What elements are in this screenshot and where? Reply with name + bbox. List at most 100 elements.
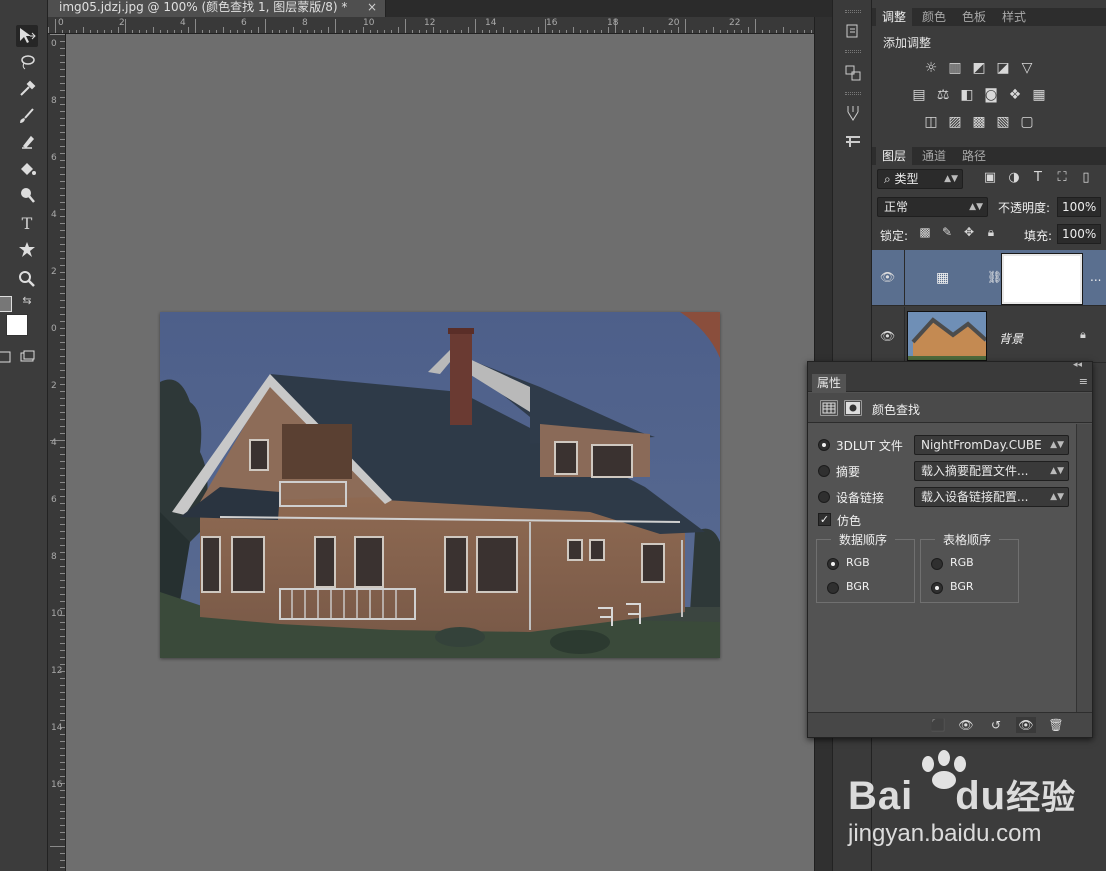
- device-link-label: 设备链接: [836, 491, 885, 505]
- view-previous-icon[interactable]: 👁︎: [956, 717, 976, 733]
- layer-filter-value: 类型: [894, 172, 919, 186]
- data-order-group: 数据顺序 RGB BGR: [816, 531, 915, 603]
- type-filter-icon[interactable]: T: [1026, 170, 1050, 185]
- zoom-icon[interactable]: [16, 268, 38, 290]
- history-panel-icon[interactable]: [842, 20, 864, 42]
- smart-object-filter-icon[interactable]: ▯: [1074, 170, 1098, 185]
- ruler-tick-label: 4: [51, 438, 57, 448]
- device-link-radio[interactable]: [818, 491, 830, 503]
- color-balance-icon[interactable]: ⚖: [931, 87, 955, 103]
- canvas-area[interactable]: [66, 34, 814, 871]
- fill-input[interactable]: 100%: [1057, 224, 1101, 244]
- panel-menu-icon[interactable]: ≡: [1079, 375, 1088, 388]
- lock-position-icon[interactable]: ✥: [958, 225, 980, 239]
- ruler-tick-label: 2: [51, 381, 57, 391]
- mask-link-icon[interactable]: ⛓: [987, 270, 1002, 284]
- custom-shape-icon[interactable]: [16, 239, 38, 261]
- tab-styles[interactable]: 样式: [996, 8, 1032, 26]
- dock-grip[interactable]: [845, 50, 861, 53]
- visibility-eye-icon[interactable]: 👁︎: [880, 270, 895, 284]
- dither-checkbox[interactable]: ✓: [818, 513, 831, 526]
- blend-mode-select[interactable]: 正常 ▲▼: [877, 197, 988, 217]
- ruler-tick-label: 0: [51, 324, 57, 334]
- layer-mask-thumbnail[interactable]: [1001, 253, 1083, 305]
- selective-color-icon[interactable]: ▢: [1015, 114, 1039, 130]
- layer-name-background[interactable]: 背景: [999, 330, 1023, 347]
- data-order-bgr-radio[interactable]: [827, 582, 839, 594]
- lock-all-icon[interactable]: 🔒︎: [980, 225, 1002, 240]
- ruler-tick-label: 12: [51, 666, 63, 676]
- delete-icon[interactable]: 🗑︎: [1046, 717, 1066, 733]
- toggle-visibility-icon[interactable]: 👁︎: [1016, 717, 1036, 733]
- lock-label: 锁定:: [880, 229, 909, 243]
- shape-filter-icon[interactable]: ⛶: [1050, 170, 1074, 185]
- layer-row-color-lookup[interactable]: 👁︎ ▦ ⛓ ...: [872, 250, 1106, 306]
- screen-mode-icon[interactable]: [16, 346, 38, 368]
- reset-icon[interactable]: ↺: [986, 717, 1006, 733]
- device-link-select[interactable]: 载入设备链接配置... ▲▼: [914, 487, 1069, 507]
- dodge-icon[interactable]: [16, 184, 38, 206]
- lock-pixels-icon[interactable]: ✎: [936, 225, 958, 239]
- levels-icon[interactable]: ▥: [943, 60, 967, 76]
- photo-filter-icon[interactable]: ◙: [979, 87, 1003, 103]
- adjustment-filter-icon[interactable]: ◑: [1002, 170, 1026, 185]
- abstract-radio[interactable]: [818, 465, 830, 477]
- background-color-swatch[interactable]: [6, 314, 28, 336]
- tab-color[interactable]: 颜色: [916, 8, 952, 26]
- opacity-input[interactable]: 100%: [1057, 197, 1101, 217]
- properties-scrollbar[interactable]: [1076, 424, 1092, 712]
- invert-icon[interactable]: ◫: [919, 114, 943, 130]
- black-white-icon[interactable]: ◧: [955, 87, 979, 103]
- brush-presets-icon[interactable]: [842, 102, 864, 124]
- image-filter-icon[interactable]: ▣: [978, 170, 1002, 185]
- brush-icon[interactable]: [16, 105, 38, 127]
- close-icon[interactable]: ×: [367, 0, 377, 15]
- table-order-bgr-radio[interactable]: [931, 582, 943, 594]
- collapse-icon[interactable]: ◂◂: [1073, 360, 1082, 370]
- dock-grip[interactable]: [845, 10, 861, 13]
- background-layer-thumbnail[interactable]: [907, 311, 987, 361]
- gradient-map-icon[interactable]: ▧: [991, 114, 1015, 130]
- lock-transparency-icon[interactable]: ▩: [914, 225, 936, 239]
- visibility-eye-icon[interactable]: 👁︎: [880, 329, 895, 343]
- foreground-color-swatch[interactable]: [0, 296, 12, 312]
- dock-grip[interactable]: [845, 92, 861, 95]
- data-order-rgb-radio[interactable]: [827, 558, 839, 570]
- vibrance-icon[interactable]: ▽: [1015, 60, 1039, 76]
- clone-stamp-icon[interactable]: [16, 131, 38, 153]
- eyedropper-icon[interactable]: [16, 77, 38, 99]
- tab-adjustments[interactable]: 调整: [876, 8, 913, 26]
- properties-panel-titlebar[interactable]: ◂◂: [808, 360, 1092, 374]
- move-tool-icon[interactable]: [16, 25, 38, 47]
- document-tab[interactable]: img05.jdzj.jpg @ 100% (颜色查找 1, 图层蒙版/8) *…: [48, 0, 386, 17]
- curves-icon[interactable]: ◩: [967, 60, 991, 76]
- 3dlut-file-select[interactable]: NightFromDay.CUBE ▲▼: [914, 435, 1069, 455]
- clip-to-layer-icon[interactable]: ⬛: [928, 717, 948, 733]
- channel-mixer-icon[interactable]: ❖: [1003, 87, 1027, 103]
- quick-mask-icon[interactable]: [0, 346, 16, 368]
- exposure-icon[interactable]: ◪: [991, 60, 1015, 76]
- tab-channels[interactable]: 通道: [916, 147, 952, 165]
- threshold-icon[interactable]: ▩: [967, 114, 991, 130]
- layer-row-background[interactable]: 👁︎ 背景 🔒︎: [872, 307, 1106, 363]
- paint-bucket-icon[interactable]: [16, 158, 38, 180]
- abstract-profile-select[interactable]: 载入摘要配置文件... ▲▼: [914, 461, 1069, 481]
- brightness-icon[interactable]: ☼: [919, 60, 943, 76]
- tool-presets-icon[interactable]: [842, 130, 864, 152]
- table-order-rgb-radio[interactable]: [931, 558, 943, 570]
- tab-layers[interactable]: 图层: [876, 147, 913, 165]
- lasso-icon[interactable]: [16, 51, 38, 73]
- type-tool-icon[interactable]: T: [16, 213, 38, 235]
- swap-colors-icon[interactable]: ⇆: [16, 290, 38, 312]
- layer-filter-select[interactable]: ⌕ 类型 ▲▼: [877, 169, 963, 189]
- tab-properties[interactable]: 属性: [812, 374, 847, 392]
- house-photo[interactable]: [160, 312, 720, 658]
- mask-icon[interactable]: [844, 400, 862, 416]
- tab-paths[interactable]: 路径: [956, 147, 992, 165]
- hue-saturation-icon[interactable]: ▤: [907, 87, 931, 103]
- tab-swatches[interactable]: 色板: [956, 8, 992, 26]
- actions-panel-icon[interactable]: [842, 62, 864, 84]
- 3dlut-radio[interactable]: [818, 439, 830, 451]
- posterize-icon[interactable]: ▨: [943, 114, 967, 130]
- color-lookup-icon[interactable]: ▦: [1027, 87, 1051, 103]
